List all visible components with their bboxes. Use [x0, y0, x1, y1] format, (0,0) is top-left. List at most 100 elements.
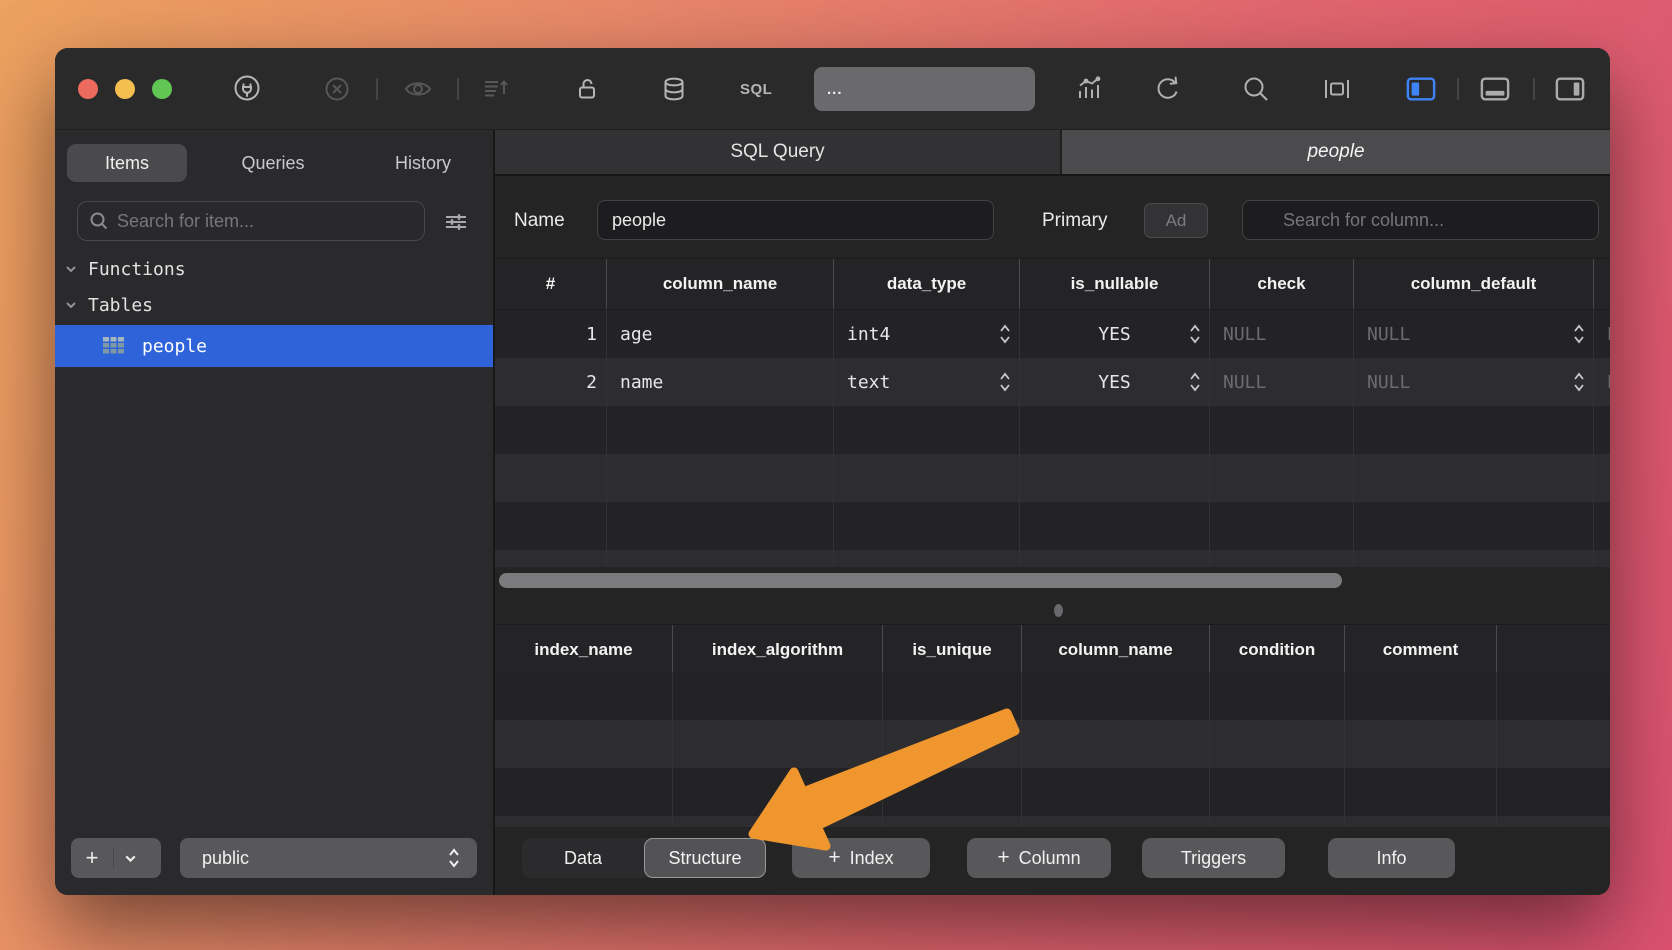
table-empty-row[interactable]: [495, 550, 1610, 567]
cell-index_name[interactable]: [495, 768, 673, 816]
sidebar-tab-items[interactable]: Items: [67, 144, 187, 182]
cell-column_name[interactable]: name: [607, 358, 834, 406]
table-empty-row[interactable]: [495, 768, 1610, 816]
table-row[interactable]: 2nametextYESNULLNULLEN: [495, 358, 1610, 406]
tree-group-tables[interactable]: Tables: [55, 288, 493, 322]
zoom-button[interactable]: [152, 79, 172, 99]
table-name-input[interactable]: [597, 200, 994, 240]
table-empty-row[interactable]: [495, 672, 1610, 720]
header-col-check[interactable]: check: [1210, 259, 1354, 309]
primary-add-button[interactable]: Ad: [1144, 203, 1208, 238]
table-empty-row[interactable]: [495, 502, 1610, 550]
header-col-column-default[interactable]: column_default: [1354, 259, 1594, 309]
cell-column_default[interactable]: NULL: [1354, 310, 1594, 358]
cell-index_algorithm[interactable]: [673, 816, 883, 827]
header-col-index-name[interactable]: index_name: [495, 625, 673, 675]
schema-select[interactable]: public: [180, 838, 477, 878]
connection-plug-icon[interactable]: [232, 74, 262, 104]
toggle-right-panel-icon[interactable]: [1555, 74, 1585, 104]
sort-list-icon[interactable]: [481, 74, 511, 104]
cell-condition[interactable]: [1210, 672, 1345, 720]
cell-data_type[interactable]: text: [834, 358, 1020, 406]
console-input[interactable]: ...: [814, 67, 1035, 111]
cell-overflow[interactable]: [1594, 550, 1610, 567]
add-column-button[interactable]: + Column: [967, 838, 1111, 878]
header-col-comment[interactable]: comment: [1345, 625, 1497, 675]
chevron-down-icon[interactable]: [64, 298, 78, 312]
cell-index_name[interactable]: [495, 816, 673, 827]
cell-is_unique[interactable]: [883, 768, 1022, 816]
cell-num[interactable]: [495, 502, 607, 550]
cell-column_name[interactable]: [607, 550, 834, 567]
cell-is_nullable[interactable]: [1020, 550, 1210, 567]
chevron-down-icon[interactable]: [123, 851, 138, 866]
updown-stepper-icon[interactable]: [1189, 322, 1201, 346]
header-col-column-name[interactable]: column_name: [1022, 625, 1210, 675]
tab-people[interactable]: people: [1062, 130, 1610, 174]
cell-check[interactable]: NULL: [1210, 310, 1354, 358]
column-search-input[interactable]: [1242, 200, 1599, 240]
updown-stepper-icon[interactable]: [999, 370, 1011, 394]
cell-column_name[interactable]: age: [607, 310, 834, 358]
cell-column_name[interactable]: [607, 502, 834, 550]
cell-is_nullable[interactable]: YES: [1020, 358, 1210, 406]
sidebar-tab-history[interactable]: History: [363, 144, 483, 182]
chevron-down-icon[interactable]: [64, 262, 78, 276]
cell-data_type[interactable]: [834, 550, 1020, 567]
triggers-button[interactable]: Triggers: [1142, 838, 1285, 878]
tab-sql-query[interactable]: SQL Query: [495, 130, 1062, 174]
cell-column_name[interactable]: [1022, 816, 1210, 827]
cell-blank[interactable]: [1497, 768, 1610, 816]
updown-stepper-icon[interactable]: [1573, 322, 1585, 346]
cell-column_default[interactable]: NULL: [1354, 358, 1594, 406]
cell-index_algorithm[interactable]: [673, 768, 883, 816]
cell-check[interactable]: NULL: [1210, 358, 1354, 406]
cell-comment[interactable]: [1345, 768, 1497, 816]
cell-column_name[interactable]: [1022, 768, 1210, 816]
minimize-button[interactable]: [115, 79, 135, 99]
cell-condition[interactable]: [1210, 816, 1345, 827]
table-row[interactable]: 1ageint4YESNULLNULLEN: [495, 310, 1610, 358]
cell-column_name[interactable]: [607, 406, 834, 454]
tree-item-people-table[interactable]: people: [55, 325, 493, 367]
cell-check[interactable]: [1210, 454, 1354, 502]
cell-column_name[interactable]: [1022, 720, 1210, 768]
cell-check[interactable]: [1210, 502, 1354, 550]
updown-stepper-icon[interactable]: [1573, 370, 1585, 394]
info-button[interactable]: Info: [1328, 838, 1455, 878]
cell-num[interactable]: 2: [495, 358, 607, 406]
disconnect-icon[interactable]: [322, 74, 352, 104]
database-icon[interactable]: [659, 74, 689, 104]
cell-column_name[interactable]: [1022, 672, 1210, 720]
cell-column_default[interactable]: [1354, 550, 1594, 567]
sidebar-tab-queries[interactable]: Queries: [213, 144, 333, 182]
eye-icon[interactable]: [403, 74, 433, 104]
toggle-left-panel-icon[interactable]: [1406, 74, 1436, 104]
table-empty-row[interactable]: [495, 816, 1610, 827]
add-item-split-button[interactable]: +: [71, 838, 161, 878]
header-col-condition[interactable]: condition: [1210, 625, 1345, 675]
cell-comment[interactable]: [1345, 816, 1497, 827]
cell-is_nullable[interactable]: YES: [1020, 310, 1210, 358]
header-col-is-nullable[interactable]: is_nullable: [1020, 259, 1210, 309]
header-col-index-algorithm[interactable]: index_algorithm: [673, 625, 883, 675]
cell-is_nullable[interactable]: [1020, 406, 1210, 454]
toggle-bottom-panel-icon[interactable]: [1480, 74, 1510, 104]
cell-column_default[interactable]: [1354, 502, 1594, 550]
item-search-box[interactable]: [77, 201, 425, 241]
cell-comment[interactable]: [1345, 672, 1497, 720]
cell-column_name[interactable]: [607, 454, 834, 502]
lock-icon[interactable]: [572, 74, 602, 104]
panel-splitter-handle[interactable]: [1054, 604, 1063, 617]
cell-overflow[interactable]: [1594, 406, 1610, 454]
cell-data_type[interactable]: [834, 454, 1020, 502]
cell-check[interactable]: [1210, 550, 1354, 567]
plus-icon[interactable]: +: [71, 845, 113, 871]
data-view-button[interactable]: Data: [522, 838, 644, 878]
cell-column_default[interactable]: [1354, 454, 1594, 502]
cell-condition[interactable]: [1210, 720, 1345, 768]
cell-blank[interactable]: [1497, 672, 1610, 720]
cell-num[interactable]: [495, 406, 607, 454]
cell-is_nullable[interactable]: [1020, 454, 1210, 502]
search-icon[interactable]: [1241, 74, 1271, 104]
